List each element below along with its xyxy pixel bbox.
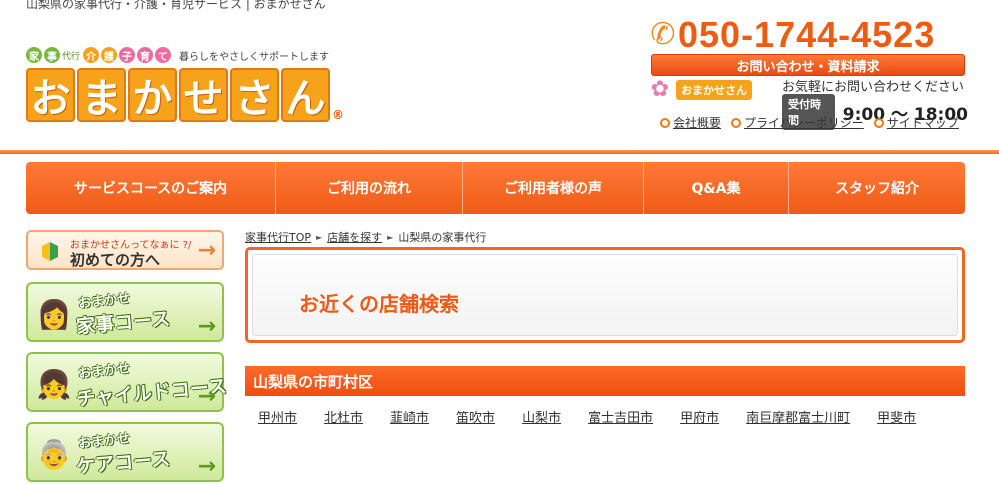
arrow-right-icon: → xyxy=(197,384,216,409)
header-divider xyxy=(0,150,999,154)
sidebar-housework-course[interactable]: 👩 おまかせ 家事コース → xyxy=(26,282,224,342)
city-list: 甲州市 北杜市 韮崎市 笛吹市 山梨市 富士吉田市 甲府市 南巨摩郡富士川町 甲… xyxy=(258,407,943,426)
logo-char: ま xyxy=(77,68,126,122)
arrow-right-icon: → xyxy=(197,238,216,263)
registered-mark: ® xyxy=(332,108,344,122)
mini-logo-text: おまかせさん xyxy=(676,80,752,100)
circle-bullet-icon xyxy=(660,117,670,128)
city-link[interactable]: 韮崎市 xyxy=(390,407,429,426)
company-link[interactable]: 会社概要 xyxy=(660,114,721,131)
phone-row: ✆ 050-1744-4523 xyxy=(648,14,968,56)
phone-icon: ✆ xyxy=(650,17,676,52)
privacy-link[interactable]: プライバシーポリシー xyxy=(731,114,864,131)
store-search-inner: お近くの店舗検索 xyxy=(252,254,958,336)
breadcrumb-separator-icon: ► xyxy=(316,232,323,242)
privacy-link-label: プライバシーポリシー xyxy=(744,116,864,130)
arrow-right-icon: → xyxy=(197,454,216,479)
arrow-right-icon: → xyxy=(197,314,216,339)
logo-tag-circle: 護 xyxy=(101,47,118,63)
city-link[interactable]: 北杜市 xyxy=(324,407,363,426)
sitemap-link-label: サイトマップ xyxy=(886,116,959,130)
nav-usage-flow[interactable]: ご利用の流れ xyxy=(276,162,463,214)
child-avatar: 👧 xyxy=(36,367,72,401)
store-search-panel: お近くの店舗検索 xyxy=(245,247,965,343)
nav-staff[interactable]: スタッフ紹介 xyxy=(789,162,965,214)
logo-char: か xyxy=(128,68,177,122)
logo-tag-circle: 介 xyxy=(83,47,100,63)
mini-logo: ✿ おまかせさん xyxy=(648,78,752,102)
site-top-caption: 山梨県の家事代行・介護・育児サービス | おまかせさん xyxy=(26,0,326,11)
circle-bullet-icon xyxy=(873,117,884,128)
city-link[interactable]: 南巨摩郡富士川町 xyxy=(746,407,850,426)
phone-number[interactable]: 050-1744-4523 xyxy=(678,14,935,56)
breadcrumb-separator-icon: ► xyxy=(387,232,394,242)
logo-tag-circle: 育 xyxy=(137,47,154,63)
sidebar-care-course[interactable]: 👵 おまかせ ケアコース → xyxy=(26,422,224,482)
city-link[interactable]: 山梨市 xyxy=(522,407,561,426)
logo-char: せ xyxy=(179,68,228,122)
nav-faq[interactable]: Q&A集 xyxy=(644,162,789,214)
inquiry-button[interactable]: お問い合わせ・資料請求 xyxy=(651,54,965,76)
logo-tag-circle: 事 xyxy=(44,47,60,63)
company-link-label: 会社概要 xyxy=(673,116,722,130)
logo-slogan: 暮らしをやさしくサポートします xyxy=(179,51,330,63)
course-prefix: おまかせ xyxy=(77,361,131,382)
sidebar-first-time-banner[interactable]: おまかせさんってなぁに ?/ 初めての方へ → xyxy=(26,230,224,270)
store-search-title: お近くの店舗検索 xyxy=(299,292,459,316)
circle-bullet-icon xyxy=(731,117,742,128)
logo-char: ん xyxy=(281,68,330,122)
logo-tag-circle: 子 xyxy=(119,47,136,63)
first-time-title: 初めての方へ xyxy=(70,251,161,269)
city-link[interactable]: 笛吹市 xyxy=(456,407,495,426)
breadcrumb-current: 山梨県の家事代行 xyxy=(398,231,487,244)
nav-customer-voices[interactable]: ご利用者様の声 xyxy=(463,162,644,214)
breadcrumb-home-link[interactable]: 家事代行TOP xyxy=(245,229,311,245)
logo-tag-circle: 家 xyxy=(26,47,42,63)
sitemap-link[interactable]: サイトマップ xyxy=(873,114,959,131)
elder-avatar: 👵 xyxy=(36,437,72,471)
nav-service-courses[interactable]: サービスコースのご案内 xyxy=(26,162,276,214)
city-link[interactable]: 甲州市 xyxy=(258,407,297,426)
flower-icon: ✿ xyxy=(650,77,670,102)
logo-char: さ xyxy=(230,68,279,122)
header-links: 会社概要 プライバシーポリシー サイトマップ xyxy=(660,114,959,131)
city-link[interactable]: 甲府市 xyxy=(680,407,719,426)
global-nav: サービスコースのご案内 ご利用の流れ ご利用者様の声 Q&A集 スタッフ紹介 xyxy=(26,162,965,214)
breadcrumb-store-search-link[interactable]: 店舗を探す xyxy=(327,229,382,245)
housekeeper-avatar: 👩 xyxy=(36,297,72,331)
casual-inquiry-text: お気軽にお問い合わせください xyxy=(782,80,965,95)
logo-tag-row: 家 事 代行 介 護 子 育 て 暮らしをやさしくサポートします xyxy=(26,44,329,66)
sidebar-child-course[interactable]: 👧 おまかせ チャイルドコース → xyxy=(26,352,228,412)
logo-tag-label: 代行 xyxy=(62,51,81,62)
header-contact: ✆ 050-1744-4523 お問い合わせ・資料請求 ✿ おまかせさん お気軽… xyxy=(648,14,968,130)
breadcrumb: 家事代行TOP ► 店舗を探す ► 山梨県の家事代行 xyxy=(245,229,486,245)
logo-wordmark: お ま か せ さ ん xyxy=(26,68,332,122)
beginner-leaf-icon xyxy=(42,242,58,261)
region-heading: 山梨県の市町村区 xyxy=(245,366,965,396)
logo-tag-circle: て xyxy=(155,47,172,63)
city-link[interactable]: 甲斐市 xyxy=(877,407,916,426)
city-link[interactable]: 富士吉田市 xyxy=(588,407,653,426)
site-logo[interactable]: 家 事 代行 介 護 子 育 て 暮らしをやさしくサポートします お ま か せ… xyxy=(26,44,346,128)
logo-char: お xyxy=(26,68,75,122)
